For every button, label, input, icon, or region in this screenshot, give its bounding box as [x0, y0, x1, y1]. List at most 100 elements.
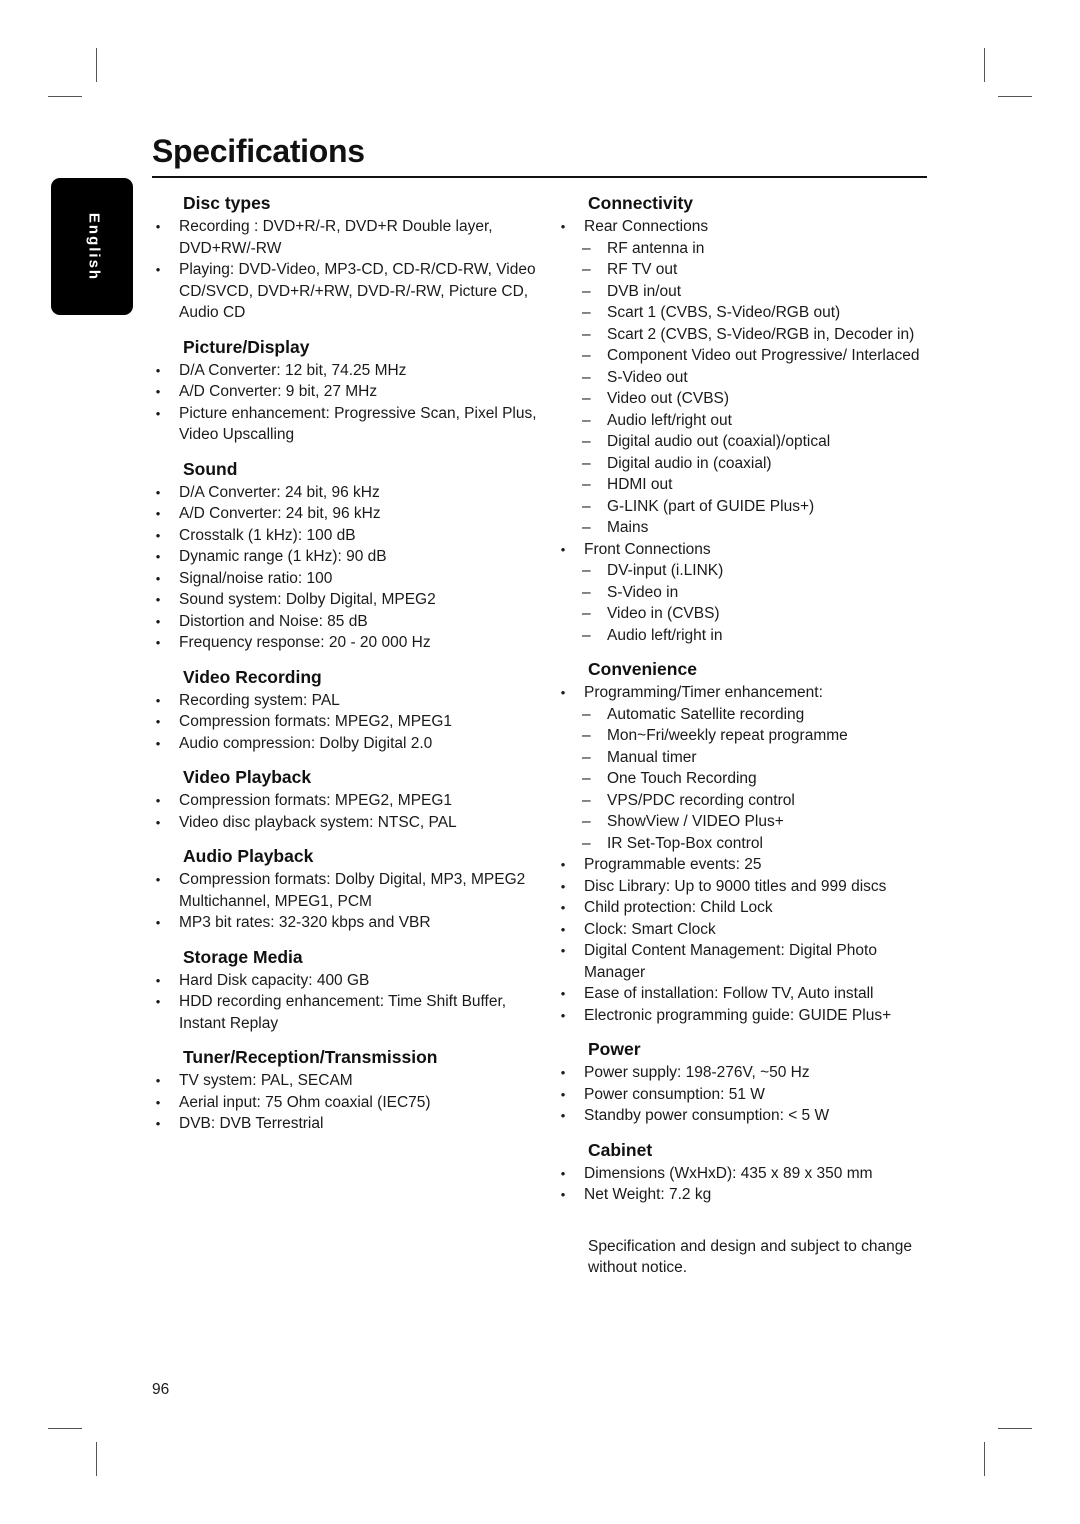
- spec-list: • Compression formats: Dolby Digital, MP3…: [152, 869, 542, 934]
- spec-item: • Recording : DVD+R/-R, DVD+R Double laye…: [152, 216, 542, 259]
- bullet-icon: •: [155, 592, 161, 607]
- spec-item-text: Programmable events: 25: [584, 856, 762, 873]
- bullet-icon: •: [560, 1187, 566, 1202]
- spec-item-text: Crosstalk (1 kHz): 100 dB: [179, 526, 356, 544]
- bullet-icon: •: [155, 872, 161, 887]
- spec-subitem: – Audio left/right out: [582, 410, 937, 432]
- bullet-icon: •: [560, 219, 566, 234]
- spec-subitem-text: S-Video out: [607, 368, 688, 386]
- dash-icon: –: [582, 476, 591, 493]
- language-tab-label: English: [85, 212, 103, 281]
- spec-item-text: Signal/noise ratio: 100: [179, 569, 333, 587]
- spec-item: • Programmable events: 25: [557, 854, 937, 876]
- spec-subitem: – Digital audio out (coaxial)/optical: [582, 431, 937, 453]
- spec-item-text: Power consumption: 51 W: [584, 1085, 765, 1103]
- dash-icon: –: [582, 325, 591, 343]
- section-connectivity: Connectivity • Rear Connections – RF antenna…: [557, 191, 937, 646]
- bullet-icon: •: [155, 219, 161, 234]
- dash-icon: –: [582, 261, 591, 278]
- spec-item: • A/D Converter: 9 bit, 27 MHz: [152, 381, 542, 403]
- bullet-icon: •: [560, 943, 566, 958]
- spec-subitem: – Component Video out Progressive/ Interl…: [582, 345, 937, 367]
- crop-mark: [998, 96, 1032, 97]
- spec-list: • Compression formats: MPEG2, MPEG1 • Video…: [152, 790, 542, 833]
- bullet-icon: •: [155, 506, 161, 521]
- spec-subitem-text: Component Video out Progressive/ Interla…: [607, 347, 920, 364]
- bullet-icon: •: [560, 1108, 566, 1123]
- spec-item: • D/A Converter: 24 bit, 96 kHz: [152, 482, 542, 504]
- spec-item: • Signal/noise ratio: 100: [152, 568, 542, 590]
- spec-item: • Video disc playback system: NTSC, PAL: [152, 812, 542, 834]
- spec-subitem: – IR Set-Top-Box control: [582, 833, 937, 855]
- spec-item-text: Disc Library: Up to 9000 titles and 999 …: [584, 877, 887, 895]
- spec-item-text: Net Weight: 7.2 kg: [584, 1186, 712, 1203]
- spec-item: • Power supply: 198-276V, ~50 Hz: [557, 1062, 937, 1084]
- spec-item-text: A/D Converter: 9 bit, 27 MHz: [179, 383, 378, 400]
- spec-subitem-text: Automatic Satellite recording: [607, 705, 805, 723]
- spec-subitem-text: Mon~Fri/weekly repeat programme: [607, 727, 848, 744]
- page-title: Specifications: [152, 133, 365, 169]
- bullet-icon: •: [155, 549, 161, 564]
- dash-icon: –: [582, 791, 591, 809]
- spec-subitem: – HDMI out: [582, 474, 937, 496]
- spec-item-text: Hard Disk capacity: 400 GB: [179, 971, 370, 989]
- spec-subitem: – One Touch Recording: [582, 768, 937, 790]
- spec-list: • Power supply: 198-276V, ~50 Hz • Power co…: [557, 1062, 937, 1127]
- spec-item-text: Playing: DVD-Video, MP3-CD, CD-R/CD-RW, …: [179, 261, 536, 321]
- spec-item-text: TV system: PAL, SECAM: [179, 1072, 353, 1089]
- section-convenience: Convenience • Programming/Timer enhancemen…: [557, 657, 937, 1026]
- spec-list: • TV system: PAL, SECAM • Aerial input: 75 …: [152, 1070, 542, 1135]
- spec-subitem: – Video out (CVBS): [582, 388, 937, 410]
- spec-list: • Recording : DVD+R/-R, DVD+R Double laye…: [152, 216, 542, 324]
- spec-item: • Recording system: PAL: [152, 690, 542, 712]
- spec-item-text: Aerial input: 75 Ohm coaxial (IEC75): [179, 1093, 431, 1111]
- disclaimer-note: Specification and design and subject to …: [588, 1237, 913, 1277]
- spec-list: • Rear Connections – RF antenna in – RF TV ou…: [557, 216, 937, 646]
- bullet-icon: •: [560, 541, 566, 557]
- crop-mark: [984, 1442, 985, 1476]
- spec-subitem: – DVB in/out: [582, 281, 937, 303]
- spec-item-text: Standby power consumption: < 5 W: [584, 1107, 830, 1124]
- section-heading: Video Recording: [183, 666, 322, 687]
- spec-item-text: Picture enhancement: Progressive Scan, P…: [179, 404, 537, 444]
- spec-subitem: – VPS/PDC recording control: [582, 790, 937, 812]
- spec-item: • DVB: DVB Terrestrial: [152, 1113, 542, 1135]
- spec-sublist: – DV-input (i.LINK) – S-Video in – Video in (…: [582, 560, 937, 646]
- dash-icon: –: [582, 727, 591, 744]
- dash-icon: –: [582, 562, 591, 579]
- right-column: Connectivity • Rear Connections – RF antenna…: [557, 191, 937, 1279]
- bullet-icon: •: [560, 1165, 566, 1181]
- spec-item-text: Audio compression: Dolby Digital 2.0: [179, 734, 433, 752]
- crop-mark: [48, 96, 82, 97]
- bullet-icon: •: [155, 915, 161, 930]
- spec-subitem-text: Mains: [607, 519, 649, 536]
- section-power: Power • Power supply: 198-276V, ~50 Hz • Pow…: [557, 1037, 937, 1127]
- bullet-icon: •: [155, 735, 161, 751]
- dash-icon: –: [582, 705, 591, 723]
- section-video-recording: Video Recording • Recording system: PAL • Co…: [152, 665, 542, 755]
- spec-sublist: – RF antenna in – RF TV out – DVB in/out – Scar…: [582, 238, 937, 539]
- spec-item-text: Dimensions (WxHxD): 435 x 89 x 350 mm: [584, 1164, 873, 1182]
- section-audio-playback: Audio Playback • Compression formats: Dolb…: [152, 844, 542, 934]
- section-storage-media: Storage Media • Hard Disk capacity: 400 GB…: [152, 945, 542, 1035]
- spec-subitem-text: Scart 2 (CVBS, S-Video/RGB in, Decoder i…: [607, 325, 915, 343]
- spec-subitem: – RF antenna in: [582, 238, 937, 260]
- spec-subitem: – Scart 2 (CVBS, S-Video/RGB in, Decoder …: [582, 324, 937, 346]
- spec-subitem-text: Scart 1 (CVBS, S-Video/RGB out): [607, 304, 841, 321]
- dash-icon: –: [582, 390, 591, 407]
- spec-item: • Compression formats: MPEG2, MPEG1: [152, 790, 542, 812]
- bullet-icon: •: [560, 857, 566, 872]
- spec-subitem: – G-LINK (part of GUIDE Plus+): [582, 496, 937, 518]
- section-heading: Convenience: [588, 659, 697, 679]
- page-number: 96: [152, 1381, 170, 1398]
- spec-subitem: – RF TV out: [582, 259, 937, 281]
- spec-subitem-text: Digital audio out (coaxial)/optical: [607, 433, 831, 450]
- bullet-icon: •: [155, 692, 161, 708]
- dash-icon: –: [582, 583, 591, 601]
- bullet-icon: •: [155, 405, 161, 421]
- spec-item-text: Compression formats: MPEG2, MPEG1: [179, 713, 453, 730]
- dash-icon: –: [582, 770, 591, 787]
- dash-icon: –: [582, 347, 591, 364]
- spec-item-text: Power supply: 198-276V, ~50 Hz: [584, 1064, 810, 1081]
- dash-icon: –: [582, 304, 591, 321]
